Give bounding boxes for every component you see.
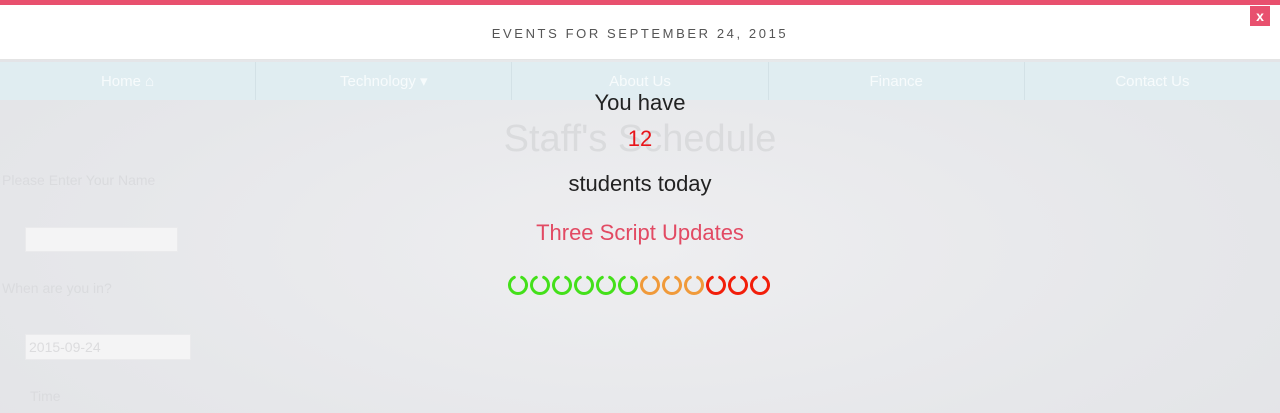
loading-ring-icon <box>684 275 704 295</box>
date-input[interactable]: 2015-09-24 <box>25 334 191 360</box>
student-count: 12 <box>627 126 653 151</box>
loading-ring-icon <box>728 275 748 295</box>
loading-ring-icon <box>750 275 770 295</box>
you-have-text: You have <box>594 90 686 115</box>
students-today-text: students today <box>568 171 712 196</box>
time-label: Time <box>30 388 61 404</box>
script-updates-link[interactable]: Three Script Updates <box>0 220 1280 246</box>
loading-ring-icon <box>662 275 682 295</box>
loading-ring-icon <box>530 275 550 295</box>
events-banner: EVENTS FOR SEPTEMBER 24, 2015 <box>0 0 1280 60</box>
close-button[interactable]: x <box>1250 6 1270 26</box>
background-page: Home ⌂ Technology ▾ About Us Finance Con… <box>0 0 1280 413</box>
loading-ring-icon <box>706 275 726 295</box>
loading-ring-icon <box>618 275 638 295</box>
loading-ring-icon <box>552 275 572 295</box>
loading-ring-icon <box>574 275 594 295</box>
loading-ring-icon <box>640 275 660 295</box>
loading-ring-icon <box>508 275 528 295</box>
loading-ring-icon <box>596 275 616 295</box>
banner-title: EVENTS FOR SEPTEMBER 24, 2015 <box>491 26 789 41</box>
date-label: When are you in? <box>2 280 112 296</box>
status-rings <box>507 272 771 296</box>
